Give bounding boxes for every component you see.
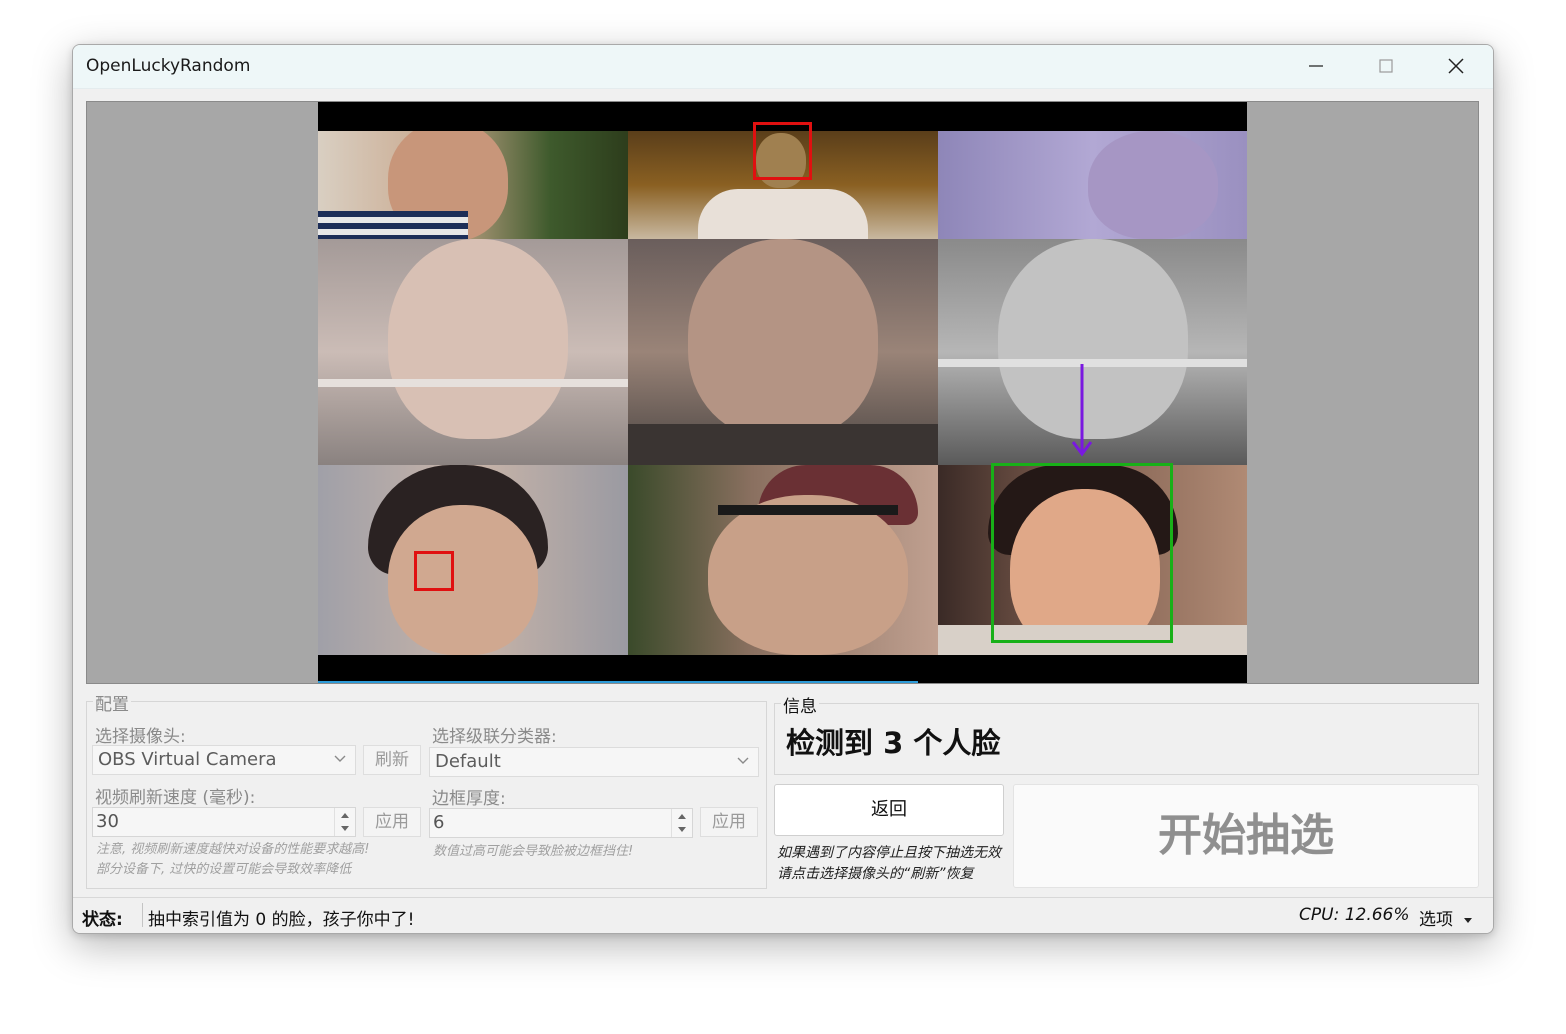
face-detection-box bbox=[753, 122, 812, 180]
close-button[interactable] bbox=[1423, 45, 1489, 89]
refresh-note-line: 如果遇到了内容停止且按下抽选无效 bbox=[777, 845, 1001, 861]
selection-arrow-icon bbox=[1071, 364, 1093, 457]
status-message: 抽中索引值为 0 的脸，孩子你中了! bbox=[148, 910, 415, 930]
window-title: OpenLuckyRandom bbox=[86, 56, 251, 76]
status-bar: 状态: 抽中索引值为 0 的脸，孩子你中了! CPU: 12.66% 选项 bbox=[73, 897, 1493, 933]
apply-speed-button[interactable]: 应用 bbox=[363, 807, 421, 837]
refresh-note-line: 请点击选择摄像头的“刷新”恢复 bbox=[777, 866, 974, 882]
minimize-icon bbox=[1309, 65, 1323, 67]
speed-hint-2: 部分设备下, 过快的设置可能会导致效率降低 bbox=[96, 862, 352, 877]
camera-label: 选择摄像头: bbox=[95, 727, 186, 747]
config-group: 配置 选择摄像头: OBS Virtual Camera 刷新 选择级联分类器:… bbox=[86, 690, 767, 889]
refresh-button[interactable]: 刷新 bbox=[363, 745, 421, 775]
border-label: 边框厚度: bbox=[432, 789, 506, 809]
border-hint: 数值过高可能会导致脸被边框挡住! bbox=[433, 844, 634, 859]
close-icon bbox=[1448, 58, 1464, 74]
info-group: 信息 检测到 3 个人脸 bbox=[774, 692, 1479, 775]
spinbox-arrows[interactable] bbox=[334, 808, 355, 836]
camera-preview bbox=[86, 101, 1479, 684]
speed-value: 30 bbox=[96, 811, 119, 832]
status-divider bbox=[142, 903, 143, 927]
minimize-button[interactable] bbox=[1283, 45, 1349, 89]
config-title: 配置 bbox=[93, 690, 131, 715]
spin-arrows-icon bbox=[678, 814, 686, 832]
video-tile bbox=[628, 239, 938, 465]
video-tile bbox=[318, 239, 628, 465]
speed-hint: 注意, 视频刷新速度越快对设备的性能要求越高! bbox=[96, 842, 370, 857]
spin-arrows-icon bbox=[341, 813, 349, 831]
video-progress bbox=[318, 681, 918, 683]
border-spinbox[interactable]: 6 bbox=[429, 808, 693, 838]
apply-border-button[interactable]: 应用 bbox=[700, 807, 758, 837]
speed-spinbox[interactable]: 30 bbox=[92, 807, 356, 837]
border-value: 6 bbox=[433, 812, 445, 833]
dropdown-arrow-icon bbox=[1464, 918, 1473, 923]
selected-face-box bbox=[991, 463, 1173, 643]
spinbox-arrows[interactable] bbox=[671, 809, 692, 837]
app-window: OpenLuckyRandom 配置 选择摄像头: OBS Virtual Ca… bbox=[72, 44, 1494, 934]
classifier-select-value: Default bbox=[435, 751, 501, 772]
return-button[interactable]: 返回 bbox=[774, 784, 1004, 836]
cpu-usage: CPU: 12.66% bbox=[1299, 905, 1410, 925]
video-tile bbox=[318, 465, 628, 655]
face-detection-box bbox=[414, 551, 454, 591]
maximize-button[interactable] bbox=[1353, 45, 1419, 89]
chevron-down-icon bbox=[737, 757, 749, 764]
camera-select[interactable]: OBS Virtual Camera bbox=[92, 745, 356, 775]
info-message: 检测到 3 个人脸 bbox=[786, 726, 1001, 760]
status-label: 状态: bbox=[82, 910, 123, 930]
classifier-label: 选择级联分类器: bbox=[432, 727, 557, 747]
options-label: 选项 bbox=[1419, 910, 1453, 930]
maximize-icon bbox=[1379, 59, 1393, 73]
info-title: 信息 bbox=[781, 692, 819, 717]
start-draw-button[interactable]: 开始抽选 bbox=[1013, 784, 1479, 888]
video-tile bbox=[938, 131, 1247, 239]
title-bar: OpenLuckyRandom bbox=[73, 45, 1493, 89]
speed-label: 视频刷新速度 (毫秒): bbox=[95, 788, 256, 808]
video-tile bbox=[628, 465, 938, 655]
video-feed bbox=[318, 102, 1247, 683]
options-menu[interactable]: 选项 bbox=[1419, 905, 1474, 930]
camera-select-value: OBS Virtual Camera bbox=[98, 749, 277, 770]
classifier-select[interactable]: Default bbox=[429, 747, 759, 777]
refresh-note: 如果遇到了内容停止且按下抽选无效 请点击选择摄像头的“刷新”恢复 bbox=[777, 843, 1001, 885]
video-tile bbox=[318, 131, 628, 239]
chevron-down-icon bbox=[334, 755, 346, 762]
